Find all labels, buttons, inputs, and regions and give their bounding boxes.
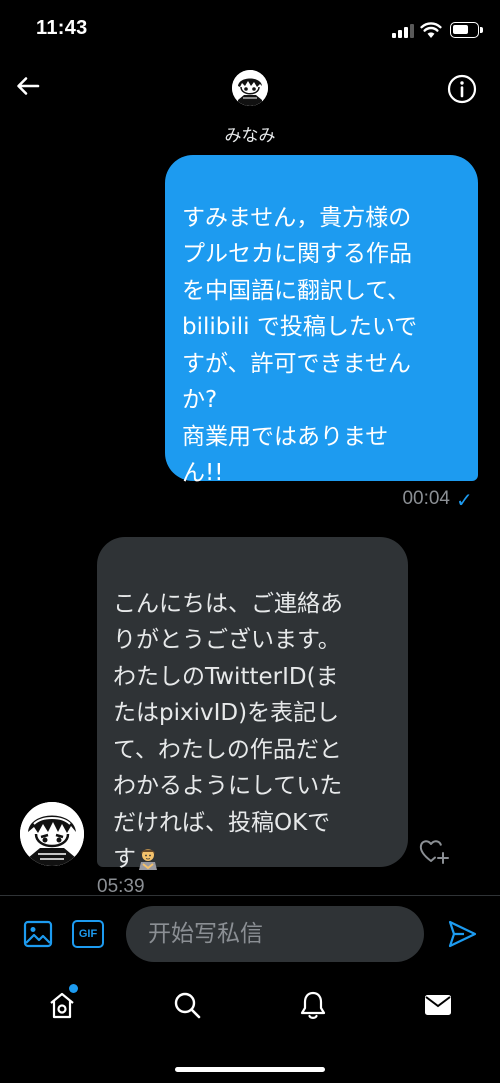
status-time: 11:43 (36, 17, 88, 39)
home-icon[interactable] (46, 989, 78, 1021)
info-icon[interactable] (446, 73, 478, 105)
manga-avatar-icon (232, 70, 268, 106)
new-content-dot (69, 984, 78, 993)
sender-avatar[interactable] (20, 802, 84, 866)
bell-icon[interactable] (297, 989, 329, 1021)
battery-icon (450, 22, 483, 38)
conversation-header: みなみ (0, 60, 500, 150)
send-icon[interactable] (446, 918, 478, 950)
person-bowing-emoji (136, 845, 160, 870)
signal-icon (392, 24, 414, 38)
sent-message-bubble[interactable]: すみません，貴方様の プルセカに関する作品 を中国語に翻訳して、 bilibil… (165, 155, 478, 486)
search-icon[interactable] (171, 989, 203, 1021)
gif-button[interactable]: GIF (72, 920, 104, 948)
back-arrow-icon[interactable] (12, 70, 44, 102)
mail-icon[interactable] (422, 989, 454, 1021)
image-icon[interactable] (22, 918, 54, 950)
contact-name[interactable]: みなみ (0, 121, 500, 146)
compose-divider (0, 895, 500, 896)
received-message-text: こんにちは、ご連絡あ りがとうございます。 わたしのTwitterID(ま たは… (113, 590, 343, 873)
wifi-icon (420, 22, 442, 38)
read-check-icon: ✓ (456, 488, 473, 512)
received-message-bubble[interactable]: こんにちは、ご連絡あ りがとうございます。 わたしのTwitterID(ま たは… (97, 537, 408, 872)
battery-level (453, 25, 469, 34)
status-bar: 11:43 (0, 0, 500, 60)
sent-message-time: 00:04 (402, 488, 450, 509)
react-heart-icon[interactable] (418, 836, 450, 866)
sent-message-text: すみません，貴方様の プルセカに関する作品 を中国語に翻訳して、 bilibil… (182, 204, 418, 487)
message-input[interactable]: 开始写私信 (126, 906, 424, 962)
manga-avatar-icon (20, 802, 84, 866)
home-indicator[interactable] (175, 1067, 325, 1072)
contact-avatar[interactable] (232, 70, 268, 106)
